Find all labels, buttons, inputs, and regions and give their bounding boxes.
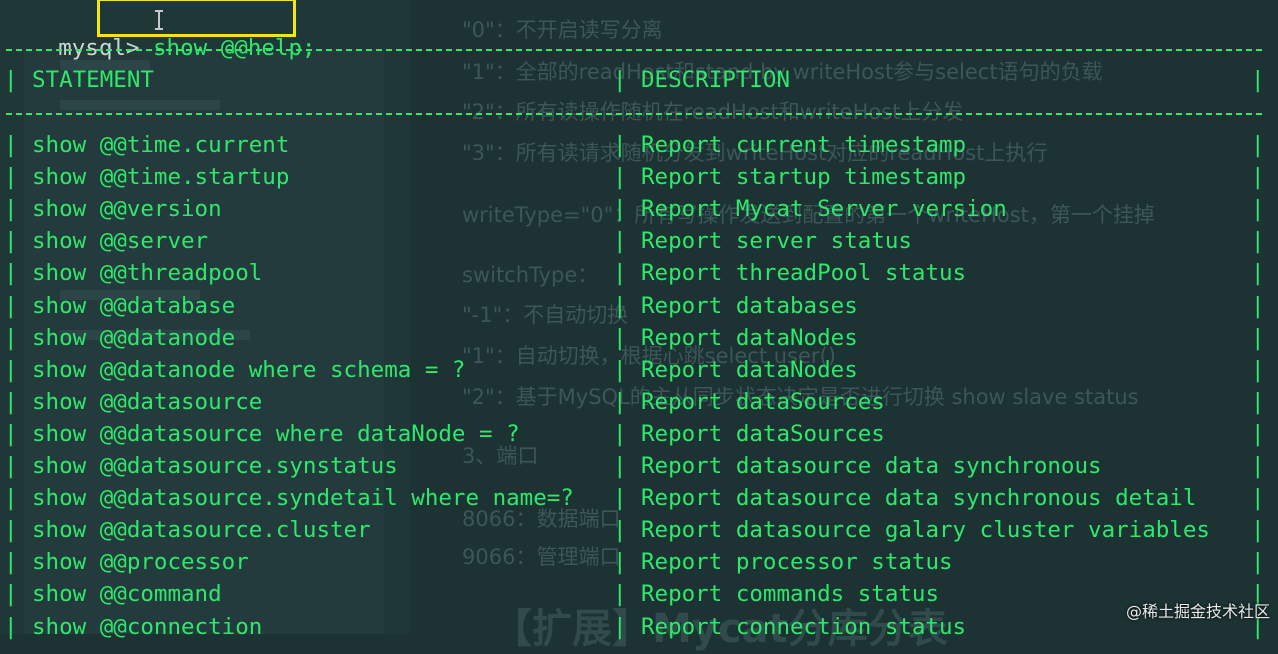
column-divider: | — [4, 196, 18, 223]
statement-cell: show @@datasource.cluster — [32, 517, 371, 544]
description-cell: Report Mycat Server version — [641, 196, 1007, 223]
table-separator — [6, 113, 1262, 115]
separator-corner — [616, 109, 624, 117]
column-divider: | — [1251, 196, 1265, 223]
description-cell: Report datasource data synchronous detai… — [641, 485, 1197, 512]
description-cell: Report databases — [641, 292, 858, 319]
description-cell: Report connection status — [641, 613, 967, 640]
description-cell: Report datasource galary cluster variabl… — [641, 517, 1210, 544]
statement-cell: show @@threadpool — [32, 260, 263, 287]
description-cell: Report datasource data synchronous — [641, 453, 1102, 479]
statement-cell: show @@command — [32, 581, 222, 608]
table-separator — [6, 49, 1262, 51]
column-divider: | — [4, 549, 18, 576]
column-divider: | — [4, 260, 18, 287]
statement-cell: show @@processor — [32, 549, 249, 576]
column-divider: | — [1251, 517, 1265, 544]
text-cursor-icon — [155, 10, 163, 30]
column-divider: | — [613, 132, 627, 158]
column-divider: | — [4, 613, 18, 640]
column-divider: | — [613, 581, 627, 608]
statement-cell: show @@datasource where dataNode = ? — [32, 420, 520, 447]
separator-corner — [616, 45, 624, 53]
description-cell: Report dataNodes — [641, 324, 858, 351]
column-divider: | — [613, 549, 627, 576]
column-divider: | — [4, 485, 18, 512]
statement-cell: show @@datanode where schema = ? — [32, 356, 466, 383]
separator-corner — [2, 109, 10, 117]
statement-cell: show @@time.startup — [32, 164, 290, 191]
column-divider: | — [4, 228, 18, 255]
separator-corner — [1254, 45, 1262, 53]
column-divider: | — [613, 517, 627, 544]
column-divider: | — [613, 356, 627, 383]
column-divider: | — [1251, 292, 1265, 319]
column-divider: | — [4, 388, 18, 415]
command-highlight-box — [97, 0, 296, 37]
column-divider: | — [613, 196, 627, 223]
column-divider: | — [1251, 324, 1265, 351]
statement-cell: show @@datasource — [32, 388, 263, 415]
statement-cell: show @@database — [32, 292, 236, 319]
description-cell: Report dataSources — [641, 420, 885, 447]
statement-cell: show @@version — [32, 196, 222, 223]
column-divider: | — [613, 292, 627, 319]
column-divider: | — [613, 485, 627, 512]
column-divider: | — [4, 67, 18, 93]
column-divider: | — [4, 292, 18, 319]
column-divider: | — [4, 420, 18, 447]
column-divider: | — [1251, 356, 1265, 383]
column-divider: | — [613, 67, 627, 93]
column-divider: | — [4, 356, 18, 383]
column-divider: | — [613, 324, 627, 351]
terminal[interactable]: mysql> show @@help; | | | STATEMENT DESCRIPT… — [0, 0, 1278, 640]
column-divider: | — [1251, 453, 1265, 479]
column-divider: | — [4, 164, 18, 191]
column-divider: | — [1251, 164, 1265, 191]
column-divider: | — [613, 613, 627, 640]
description-cell: Report startup timestamp — [641, 164, 967, 191]
column-divider: | — [1251, 132, 1265, 158]
column-divider: | — [613, 260, 627, 287]
column-divider: | — [613, 388, 627, 415]
description-cell: Report current timestamp — [641, 132, 967, 158]
column-divider: | — [613, 453, 627, 479]
column-divider: | — [1251, 228, 1265, 255]
statement-cell: show @@datanode — [32, 324, 236, 351]
statement-cell: show @@connection — [32, 613, 263, 640]
watermark: @稀土掘金技术社区 — [1125, 601, 1270, 621]
column-divider: | — [1251, 260, 1265, 287]
header-description: DESCRIPTION — [641, 67, 791, 93]
column-divider: | — [613, 164, 627, 191]
separator-corner — [2, 45, 10, 53]
description-cell: Report processor status — [641, 549, 953, 576]
column-divider: | — [4, 581, 18, 608]
statement-cell: show @@server — [32, 228, 209, 255]
column-divider: | — [1251, 67, 1265, 93]
statement-cell: show @@datasource.synstatus — [32, 453, 398, 479]
column-divider: | — [4, 453, 18, 479]
statement-cell: show @@datasource.syndetail where name=? — [32, 485, 574, 512]
description-cell: Report server status — [641, 228, 912, 255]
column-divider: | — [4, 324, 18, 351]
column-divider: | — [1251, 420, 1265, 447]
column-divider: | — [1251, 388, 1265, 415]
column-divider: | — [4, 517, 18, 544]
column-divider: | — [613, 228, 627, 255]
column-divider: | — [613, 420, 627, 447]
column-divider: | — [1251, 485, 1265, 512]
description-cell: Report commands status — [641, 581, 940, 608]
column-divider: | — [1251, 549, 1265, 576]
separator-corner — [1254, 109, 1262, 117]
statement-cell: show @@time.current — [32, 132, 290, 158]
description-cell: Report threadPool status — [641, 260, 967, 287]
description-cell: Report dataNodes — [641, 356, 858, 383]
description-cell: Report dataSources — [641, 388, 885, 415]
header-statement: STATEMENT — [32, 67, 154, 93]
column-divider: | — [4, 132, 18, 158]
